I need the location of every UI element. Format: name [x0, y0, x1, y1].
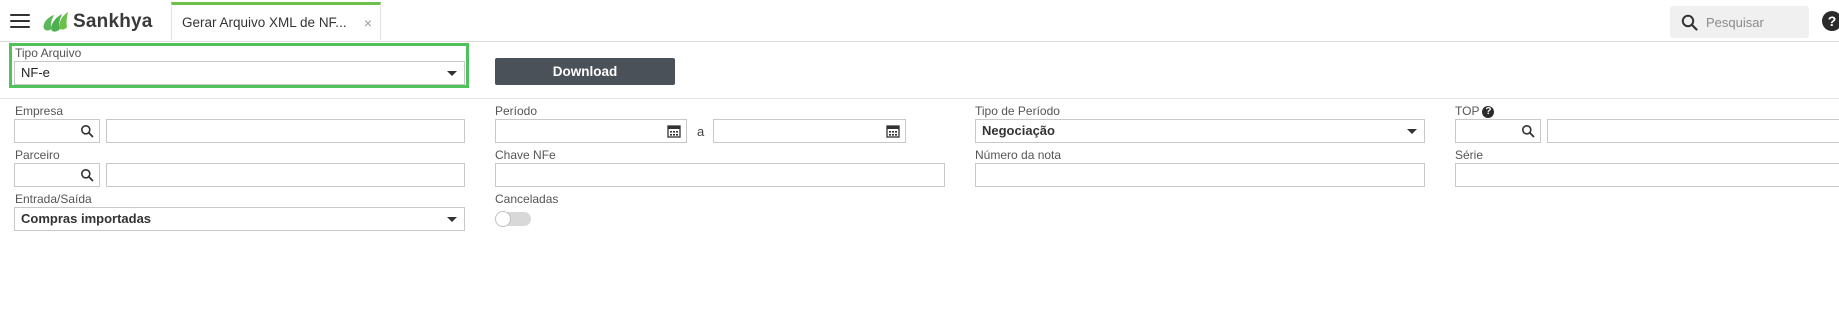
tipo-arquivo-select[interactable]: NF-e: [14, 61, 465, 85]
parceiro-code-field[interactable]: [14, 163, 100, 187]
brand-logo[interactable]: Sankhya: [40, 9, 153, 35]
top-description-field[interactable]: [1547, 119, 1839, 143]
entrada-saida-label: Entrada/Saída: [15, 192, 92, 206]
chevron-down-icon: [447, 71, 457, 76]
empresa-code-field[interactable]: [14, 119, 100, 143]
periodo-end-field[interactable]: [713, 119, 906, 143]
chave-nfe-label: Chave NFe: [495, 148, 556, 162]
tipo-periodo-label: Tipo de Período: [975, 104, 1060, 118]
calendar-icon[interactable]: [886, 124, 900, 138]
entrada-saida-select[interactable]: Compras importadas: [14, 207, 465, 231]
numero-nota-label: Número da nota: [975, 148, 1062, 162]
numero-nota-field[interactable]: [975, 163, 1425, 187]
close-icon[interactable]: ×: [364, 15, 372, 31]
hamburger-icon[interactable]: [10, 14, 30, 30]
periodo-label: Período: [495, 104, 538, 118]
tab-title: Gerar Arquivo XML de NF...: [182, 15, 347, 30]
search-icon[interactable]: [80, 124, 94, 138]
help-icon[interactable]: ?: [1822, 11, 1839, 31]
chevron-down-icon: [447, 217, 457, 222]
parceiro-description-field[interactable]: [106, 163, 465, 187]
search-box[interactable]: [1670, 6, 1809, 38]
download-button[interactable]: Download: [495, 58, 675, 85]
search-input[interactable]: [1706, 14, 1796, 30]
tipo-periodo-select[interactable]: Negociação: [975, 119, 1425, 143]
periodo-separator: a: [697, 124, 705, 139]
brand-name: Sankhya: [73, 11, 153, 32]
toggle-knob: [495, 211, 511, 227]
empresa-label: Empresa: [15, 104, 64, 118]
canceladas-toggle[interactable]: [495, 211, 531, 227]
entrada-saida-value: Compras importadas: [21, 211, 152, 226]
serie-label: Série: [1455, 148, 1484, 162]
top-code-field[interactable]: [1455, 119, 1541, 143]
search-icon[interactable]: [1521, 124, 1535, 138]
tipo-periodo-value: Negociação: [982, 123, 1055, 138]
serie-field[interactable]: [1455, 163, 1839, 187]
periodo-start-field[interactable]: [495, 119, 687, 143]
divider: [0, 98, 1839, 99]
tipo-arquivo-label: Tipo Arquivo: [15, 46, 82, 60]
canceladas-label: Canceladas: [495, 192, 559, 206]
parceiro-label: Parceiro: [15, 148, 60, 162]
calendar-icon[interactable]: [667, 124, 681, 138]
top-label: TOP: [1455, 104, 1480, 118]
top-bar: Sankhya Gerar Arquivo XML de NF... × ?: [0, 0, 1839, 42]
chave-nfe-field[interactable]: [495, 163, 945, 187]
sankhya-logo-icon: [43, 12, 68, 32]
search-icon[interactable]: [80, 168, 94, 182]
empresa-description-field[interactable]: [106, 119, 465, 143]
top-label-group: TOP?: [1455, 104, 1495, 118]
help-icon[interactable]: ?: [1482, 106, 1495, 118]
tab-gerar-arquivo-xml[interactable]: Gerar Arquivo XML de NF... ×: [171, 2, 381, 40]
search-icon: [1681, 14, 1698, 31]
tipo-arquivo-value: NF-e: [21, 65, 50, 80]
chevron-down-icon: [1407, 129, 1417, 134]
